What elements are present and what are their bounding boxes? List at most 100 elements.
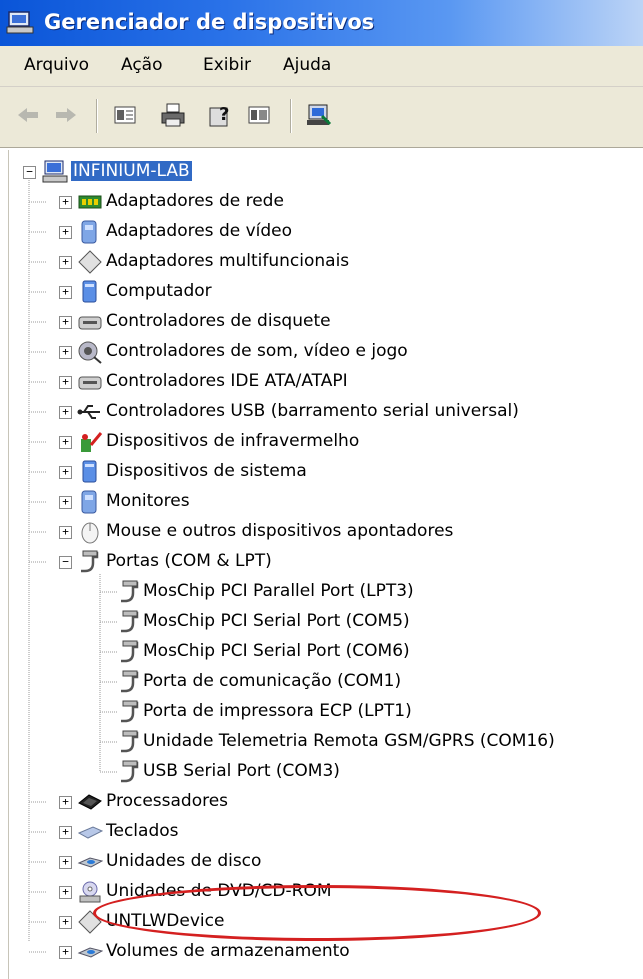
category-label: Controladores IDE ATA/ATAPI (106, 371, 348, 391)
title-bar[interactable]: Gerenciador de dispositivos (0, 0, 643, 46)
expand-toggle[interactable]: + (59, 886, 72, 899)
expand-toggle[interactable]: + (59, 316, 72, 329)
tree-category[interactable]: + Unidades de disco (9, 849, 629, 875)
tree-category[interactable]: + Controladores de disquete (9, 309, 629, 335)
menu-acao[interactable]: Ação (121, 55, 163, 75)
expand-toggle[interactable]: + (59, 286, 72, 299)
tree-category[interactable]: + Processadores (9, 789, 629, 815)
expand-toggle[interactable]: + (59, 856, 72, 869)
tree-category[interactable]: + Unidades de DVD/CD-ROM (9, 879, 629, 905)
category-label: Dispositivos de sistema (106, 461, 307, 481)
menu-ajuda[interactable]: Ajuda (283, 55, 331, 75)
expand-toggle[interactable]: + (59, 796, 72, 809)
tree-category[interactable]: + Adaptadores de vídeo (9, 219, 629, 245)
infrared-icon (81, 432, 103, 452)
tree-category[interactable]: + Dispositivos de infravermelho (9, 429, 629, 455)
tree-category[interactable]: + Mouse e outros dispositivos apontadore… (9, 519, 629, 545)
category-label: Adaptadores de rede (106, 191, 284, 211)
device-manager-window: Gerenciador de dispositivos Arquivo Ação… (0, 0, 643, 979)
floppy-controller-icon (78, 316, 102, 330)
tree-category[interactable]: + Teclados (9, 819, 629, 845)
tree-category[interactable]: + Controladores de som, vídeo e jogo (9, 339, 629, 365)
category-label: Teclados (106, 821, 179, 841)
port-icon (121, 760, 139, 783)
category-label: Volumes de armazenamento (106, 941, 350, 961)
expand-toggle[interactable]: + (59, 436, 72, 449)
expand-toggle[interactable]: + (59, 916, 72, 929)
collapse-toggle[interactable]: − (59, 556, 72, 569)
tree-category[interactable]: + Adaptadores multifuncionais (9, 249, 629, 275)
properties-icon[interactable] (110, 100, 140, 130)
category-label: Mouse e outros dispositivos apontadores (106, 521, 454, 541)
expand-toggle[interactable]: + (59, 826, 72, 839)
root-label[interactable]: INFINIUM-LAB (71, 161, 192, 181)
menu-arquivo[interactable]: Arquivo (24, 55, 89, 75)
computer-icon (82, 280, 97, 303)
tree-category[interactable]: + Dispositivos de sistema (9, 459, 629, 485)
tree-category[interactable]: + Adaptadores de rede (9, 189, 629, 215)
tree-device[interactable]: USB Serial Port (COM3) (9, 759, 629, 785)
expand-toggle[interactable]: + (59, 346, 72, 359)
processor-icon (78, 794, 102, 810)
forward-arrow-icon[interactable] (50, 100, 80, 130)
tree-category[interactable]: + UNTLWDevice (9, 909, 629, 935)
multifunction-adapter-icon (78, 250, 102, 274)
category-label: Adaptadores multifuncionais (106, 251, 350, 271)
port-icon (121, 610, 139, 633)
disk-drive-icon (77, 857, 103, 868)
scan-hardware-icon[interactable] (304, 100, 334, 130)
show-hide-console-tree-icon[interactable] (244, 100, 274, 130)
print-icon[interactable] (158, 100, 188, 130)
menu-exibir[interactable]: Exibir (203, 55, 251, 75)
category-label: Processadores (106, 791, 229, 811)
collapse-toggle[interactable]: − (23, 166, 36, 179)
dvd-drive-icon (79, 881, 101, 903)
tree-category[interactable]: + Computador (9, 279, 629, 305)
tree-category[interactable]: + Volumes de armazenamento (9, 939, 629, 965)
usb-icon (77, 405, 100, 419)
expand-toggle[interactable]: + (59, 196, 72, 209)
category-label: UNTLWDevice (106, 911, 225, 931)
tree-category[interactable]: + Controladores IDE ATA/ATAPI (9, 369, 629, 395)
help-icon[interactable]: ? (206, 100, 236, 130)
tree-device[interactable]: Porta de comunicação (COM1) (9, 669, 629, 695)
category-label: Portas (COM & LPT) (106, 551, 272, 571)
device-label: Porta de impressora ECP (LPT1) (143, 701, 412, 721)
system-device-icon (82, 460, 97, 483)
tree-category[interactable]: + Monitores (9, 489, 629, 515)
expand-toggle[interactable]: + (59, 376, 72, 389)
expand-toggle[interactable]: + (59, 466, 72, 479)
monitor-icon (81, 490, 97, 514)
device-label: MosChip PCI Serial Port (COM6) (143, 641, 410, 661)
sound-controller-icon (78, 341, 102, 364)
tree-device-highlighted[interactable]: Unidade Telemetria Remota GSM/GPRS (COM1… (9, 729, 629, 755)
device-label: Unidade Telemetria Remota GSM/GPRS (COM1… (143, 731, 555, 751)
expand-toggle[interactable]: + (59, 406, 72, 419)
device-tree[interactable]: − INFINIUM-LAB + Adaptadores de rede + A… (8, 150, 637, 979)
category-label: Unidades de disco (106, 851, 262, 871)
tree-device[interactable]: Porta de impressora ECP (LPT1) (9, 699, 629, 725)
tree-device[interactable]: MosChip PCI Serial Port (COM5) (9, 609, 629, 635)
tree-device[interactable]: MosChip PCI Parallel Port (LPT3) (9, 579, 629, 605)
tree-root[interactable]: − INFINIUM-LAB (9, 159, 629, 185)
back-arrow-icon[interactable] (14, 100, 44, 130)
tree-category[interactable]: + Controladores USB (barramento serial u… (9, 399, 629, 425)
category-label: Controladores USB (barramento serial uni… (106, 401, 519, 421)
category-label: Controladores de disquete (106, 311, 331, 331)
device-manager-icon (6, 11, 34, 34)
svg-text:?: ? (219, 104, 229, 125)
storage-volume-icon (77, 947, 103, 958)
expand-toggle[interactable]: + (59, 526, 72, 539)
category-label: Computador (106, 281, 212, 301)
tree-category[interactable]: − Portas (COM & LPT) (9, 549, 629, 575)
expand-toggle[interactable]: + (59, 946, 72, 959)
toolbar: ? (0, 87, 643, 148)
port-icon (121, 700, 139, 723)
port-icon (81, 550, 99, 573)
window-title: Gerenciador de dispositivos (44, 10, 375, 34)
tree-device[interactable]: MosChip PCI Serial Port (COM6) (9, 639, 629, 665)
expand-toggle[interactable]: + (59, 256, 72, 269)
port-icon (121, 640, 139, 663)
expand-toggle[interactable]: + (59, 496, 72, 509)
expand-toggle[interactable]: + (59, 226, 72, 239)
